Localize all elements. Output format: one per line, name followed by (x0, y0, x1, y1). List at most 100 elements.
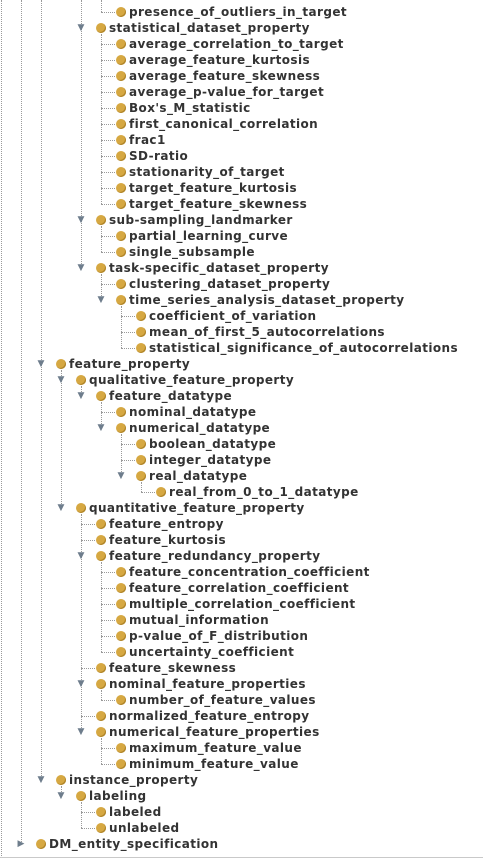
tree-node-average-correlation-to-target[interactable]: average_correlation_to_target (0, 36, 483, 52)
tree-node-mutual-information[interactable]: mutual_information (0, 612, 483, 628)
tree-node-feature-correlation-coefficient[interactable]: feature_correlation_coefficient (0, 580, 483, 596)
tree-node-multiple-correlation-coefficient[interactable]: multiple_correlation_coefficient (0, 596, 483, 612)
expand-toggle-down-icon[interactable]: ▼ (76, 215, 86, 225)
tree-node-single-subsample[interactable]: single_subsample (0, 244, 483, 260)
expand-toggle-down-icon[interactable]: ▼ (96, 295, 106, 305)
tree-node-label[interactable]: feature_datatype (109, 388, 232, 404)
tree-node-label[interactable]: nominal_datatype (129, 404, 256, 420)
tree-node-label[interactable]: real_from_0_to_1_datatype (169, 484, 359, 500)
tree-node-feature-kurtosis[interactable]: feature_kurtosis (0, 532, 483, 548)
tree-node-time-series-analysis-dataset-property[interactable]: ▼ time_series_analysis_dataset_property (0, 292, 483, 308)
tree-node-label[interactable]: presence_of_outliers_in_target (129, 4, 347, 20)
tree-node-label[interactable]: feature_correlation_coefficient (129, 580, 349, 596)
tree-node-label[interactable]: sub-sampling_landmarker (109, 212, 293, 228)
tree-node-sd-ratio[interactable]: SD-ratio (0, 148, 483, 164)
tree-node-label[interactable]: single_subsample (129, 244, 255, 260)
tree-node-average-feature-kurtosis[interactable]: average_feature_kurtosis (0, 52, 483, 68)
tree-node-real-datatype[interactable]: ▼ real_datatype (0, 468, 483, 484)
tree-node-label[interactable]: mutual_information (129, 612, 269, 628)
tree-node-label[interactable]: clustering_dataset_property (129, 276, 330, 292)
tree-node-unlabeled[interactable]: unlabeled (0, 820, 483, 836)
tree-node-label[interactable]: feature_kurtosis (109, 532, 226, 548)
tree-node-label[interactable]: integer_datatype (149, 452, 271, 468)
tree-node-labeled[interactable]: labeled (0, 804, 483, 820)
tree-node-minimum-feature-value[interactable]: minimum_feature_value (0, 756, 483, 772)
tree-node-box-s-m-statistic[interactable]: Box's_M_statistic (0, 100, 483, 116)
tree-node-label[interactable]: statistical_significance_of_autocorrelat… (149, 340, 458, 356)
tree-node-label[interactable]: target_feature_kurtosis (129, 180, 297, 196)
tree-node-label[interactable]: minimum_feature_value (129, 756, 299, 772)
tree-node-average-p-value-for-target[interactable]: average_p-value_for_target (0, 84, 483, 100)
tree-node-instance-property[interactable]: ▼ instance_property (0, 772, 483, 788)
tree-node-label[interactable]: time_series_analysis_dataset_property (129, 292, 404, 308)
expand-toggle-down-icon[interactable]: ▼ (76, 263, 86, 273)
tree-node-partial-learning-curve[interactable]: partial_learning_curve (0, 228, 483, 244)
tree-node-label[interactable]: instance_property (69, 772, 198, 788)
tree-node-nominal-datatype[interactable]: nominal_datatype (0, 404, 483, 420)
tree-node-integer-datatype[interactable]: integer_datatype (0, 452, 483, 468)
tree-node-label[interactable]: maximum_feature_value (129, 740, 302, 756)
tree-node-sub-sampling-landmarker[interactable]: ▼ sub-sampling_landmarker (0, 212, 483, 228)
expand-toggle-down-icon[interactable]: ▼ (96, 423, 106, 433)
expand-toggle-down-icon[interactable]: ▼ (76, 391, 86, 401)
tree-node-label[interactable]: labeled (109, 804, 162, 820)
tree-node-real-from-0-to-1-datatype[interactable]: real_from_0_to_1_datatype (0, 484, 483, 500)
tree-node-coefficient-of-variation[interactable]: coefficient_of_variation (0, 308, 483, 324)
tree-node-label[interactable]: stationarity_of_target (129, 164, 285, 180)
tree-node-first-canonical-correlation[interactable]: first_canonical_correlation (0, 116, 483, 132)
expand-toggle-down-icon[interactable]: ▼ (36, 359, 46, 369)
tree-node-presence-of-outliers-in-target[interactable]: presence_of_outliers_in_target (0, 4, 483, 20)
tree-node-label[interactable]: statistical_dataset_property (109, 20, 310, 36)
tree-node-stationarity-of-target[interactable]: stationarity_of_target (0, 164, 483, 180)
tree-node-label[interactable]: average_feature_kurtosis (129, 52, 310, 68)
tree-node-label[interactable]: feature_redundancy_property (109, 548, 320, 564)
tree-node-dm-entity-specification[interactable]: ▶ DM_entity_specification (0, 836, 483, 852)
expand-toggle-down-icon[interactable]: ▼ (76, 679, 86, 689)
tree-node-feature-redundancy-property[interactable]: ▼ feature_redundancy_property (0, 548, 483, 564)
tree-node-label[interactable]: target_feature_skewness (129, 196, 307, 212)
tree-node-statistical-significance-of-autocorrelations[interactable]: statistical_significance_of_autocorrelat… (0, 340, 483, 356)
tree-node-boolean-datatype[interactable]: boolean_datatype (0, 436, 483, 452)
tree-node-label[interactable]: feature_property (69, 356, 190, 372)
tree-node-target-feature-kurtosis[interactable]: target_feature_kurtosis (0, 180, 483, 196)
tree-node-feature-concentration-coefficient[interactable]: feature_concentration_coefficient (0, 564, 483, 580)
tree-node-label[interactable]: normalized_feature_entropy (109, 708, 309, 724)
tree-node-label[interactable]: p-value_of_F_distribution (129, 628, 308, 644)
tree-node-labeling[interactable]: ▼ labeling (0, 788, 483, 804)
tree-node-label[interactable]: real_datatype (149, 468, 247, 484)
tree-node-target-feature-skewness[interactable]: target_feature_skewness (0, 196, 483, 212)
tree-node-label[interactable]: feature_entropy (109, 516, 224, 532)
expand-toggle-down-icon[interactable]: ▼ (116, 471, 126, 481)
tree-node-label[interactable]: average_correlation_to_target (129, 36, 344, 52)
tree-node-label[interactable]: average_p-value_for_target (129, 84, 324, 100)
tree-node-clustering-dataset-property[interactable]: clustering_dataset_property (0, 276, 483, 292)
tree-node-qualitative-feature-property[interactable]: ▼ qualitative_feature_property (0, 372, 483, 388)
tree-node-statistical-dataset-property[interactable]: ▼ statistical_dataset_property (0, 20, 483, 36)
tree-node-normalized-feature-entropy[interactable]: normalized_feature_entropy (0, 708, 483, 724)
expand-toggle-down-icon[interactable]: ▼ (76, 551, 86, 561)
tree-node-label[interactable]: DM_entity_specification (49, 836, 218, 852)
tree-node-maximum-feature-value[interactable]: maximum_feature_value (0, 740, 483, 756)
tree-node-feature-entropy[interactable]: feature_entropy (0, 516, 483, 532)
tree-node-label[interactable]: numerical_feature_properties (109, 724, 320, 740)
tree-node-number-of-feature-values[interactable]: number_of_feature_values (0, 692, 483, 708)
tree-node-label[interactable]: task-specific_dataset_property (109, 260, 329, 276)
expand-toggle-down-icon[interactable]: ▼ (36, 775, 46, 785)
tree-node-average-feature-skewness[interactable]: average_feature_skewness (0, 68, 483, 84)
tree-node-mean-of-first-5-autocorrelations[interactable]: mean_of_first_5_autocorrelations (0, 324, 483, 340)
tree-node-label[interactable]: multiple_correlation_coefficient (129, 596, 356, 612)
tree-node-label[interactable]: feature_concentration_coefficient (129, 564, 370, 580)
tree-node-label[interactable]: nominal_feature_properties (109, 676, 306, 692)
tree-node-feature-skewness[interactable]: feature_skewness (0, 660, 483, 676)
tree-node-label[interactable]: coefficient_of_variation (149, 308, 316, 324)
expand-toggle-down-icon[interactable]: ▼ (76, 727, 86, 737)
expand-toggle-down-icon[interactable]: ▼ (56, 503, 66, 513)
tree-node-task-specific-dataset-property[interactable]: ▼ task-specific_dataset_property (0, 260, 483, 276)
tree-node-label[interactable]: qualitative_feature_property (89, 372, 294, 388)
tree-node-uncertainty-coefficient[interactable]: uncertainty_coefficient (0, 644, 483, 660)
tree-node-numerical-feature-properties[interactable]: ▼ numerical_feature_properties (0, 724, 483, 740)
tree-node-label[interactable]: labeling (89, 788, 147, 804)
tree-node-label[interactable]: Box's_M_statistic (129, 100, 251, 116)
tree-node-label[interactable]: feature_skewness (109, 660, 236, 676)
tree-node-numerical-datatype[interactable]: ▼ numerical_datatype (0, 420, 483, 436)
